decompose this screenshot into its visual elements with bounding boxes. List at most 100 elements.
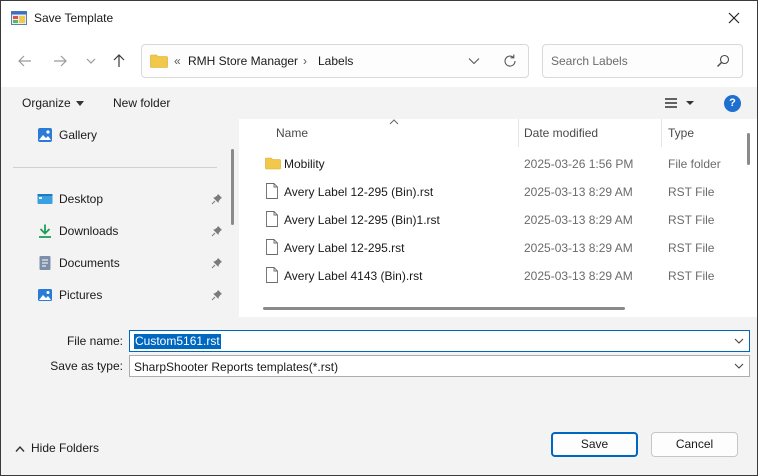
forward-button[interactable] xyxy=(48,49,72,73)
list-view-icon xyxy=(665,98,677,108)
file-date: 2025-03-13 8:29 AM xyxy=(524,269,633,283)
file-name: Avery Label 12-295 (Bin).rst xyxy=(284,185,434,199)
arrow-up-icon xyxy=(113,54,125,67)
address-bar[interactable]: « RMH Store Manager › Labels xyxy=(141,44,529,78)
save-as-type-label: Save as type: xyxy=(50,359,123,373)
pin-icon[interactable] xyxy=(211,257,223,269)
breadcrumb-separator[interactable]: › xyxy=(303,54,307,68)
file-name: Avery Label 12-295 (Bin)1.rst xyxy=(284,213,440,227)
file-row[interactable]: Avery Label 12-295 (Bin)1.rst 2025-03-13… xyxy=(243,205,743,233)
nav-item-label: Desktop xyxy=(59,192,104,206)
organize-label: Organize xyxy=(22,96,71,110)
chevron-down-icon xyxy=(75,101,84,107)
refresh-icon[interactable] xyxy=(502,53,518,69)
nav-item-downloads[interactable]: Downloads xyxy=(37,221,227,241)
hide-folders-button[interactable]: Hide Folders xyxy=(15,441,99,455)
pictures-icon xyxy=(38,289,52,301)
nav-item-label: Documents xyxy=(59,256,120,270)
file-icon xyxy=(266,183,278,199)
browser-body: Gallery Desktop Downloads Documents Pict… xyxy=(1,119,757,317)
nav-item-label: Downloads xyxy=(59,224,119,238)
file-row[interactable]: Avery Label 12-295 (Bin).rst 2025-03-13 … xyxy=(243,177,743,205)
navigation-pane[interactable]: Gallery Desktop Downloads Documents Pict… xyxy=(1,119,239,317)
back-button[interactable] xyxy=(13,49,37,73)
pin-icon[interactable] xyxy=(211,225,223,237)
file-list[interactable]: Name Date modified Type Mobility 2025-03… xyxy=(243,119,757,317)
help-icon[interactable]: ? xyxy=(724,95,741,112)
chevron-up-icon xyxy=(15,445,25,452)
close-button[interactable] xyxy=(711,1,757,35)
up-button[interactable] xyxy=(107,49,131,73)
breadcrumb-labels[interactable]: Labels xyxy=(318,54,353,68)
file-date: 2025-03-13 8:29 AM xyxy=(524,213,633,227)
file-date: 2025-03-13 8:29 AM xyxy=(524,241,633,255)
chevron-down-icon[interactable] xyxy=(467,55,481,67)
chevron-down-icon[interactable] xyxy=(733,335,745,347)
desktop-icon xyxy=(37,194,53,204)
file-name-label: File name: xyxy=(66,334,123,348)
nav-item-gallery[interactable]: Gallery xyxy=(37,125,227,145)
file-type: RST File xyxy=(668,213,715,227)
hide-folders-label: Hide Folders xyxy=(31,441,100,455)
nav-item-label: Pictures xyxy=(59,288,103,302)
file-date: 2025-03-26 1:56 PM xyxy=(524,157,634,171)
title-bar[interactable]: Save Template xyxy=(1,1,757,35)
save-form: File name: Custom5161.rst Save as type: … xyxy=(1,317,757,417)
downloads-icon xyxy=(39,224,51,238)
search-icon[interactable] xyxy=(716,54,730,68)
file-name-value: Custom5161.rst xyxy=(134,334,221,349)
nav-divider xyxy=(13,167,217,168)
folder-icon xyxy=(265,157,281,170)
nav-item-label: Gallery xyxy=(59,128,98,142)
column-header-name-label: Name xyxy=(276,126,309,140)
file-icon xyxy=(266,211,278,227)
column-header-type[interactable]: Type xyxy=(662,119,752,147)
window-title: Save Template xyxy=(34,11,114,25)
file-name-input[interactable]: Custom5161.rst xyxy=(129,330,750,352)
cancel-button[interactable]: Cancel xyxy=(651,432,738,457)
command-bar: Organize New folder ? xyxy=(1,87,757,119)
gallery-icon xyxy=(38,128,52,142)
nav-pane-scrollbar[interactable] xyxy=(231,149,234,225)
pin-icon[interactable] xyxy=(211,289,223,301)
save-template-dialog: Save Template « RMH Store Manager › Labe… xyxy=(0,0,758,476)
app-window-icon xyxy=(11,11,27,25)
column-header-type-label: Type xyxy=(668,126,695,140)
file-row-mobility[interactable]: Mobility 2025-03-26 1:56 PM File folder xyxy=(243,149,743,177)
pin-icon[interactable] xyxy=(211,193,223,205)
chevron-down-icon xyxy=(686,101,694,105)
new-folder-button[interactable]: New folder xyxy=(113,96,170,110)
recent-locations-button[interactable] xyxy=(79,49,103,73)
nav-item-documents[interactable]: Documents xyxy=(37,253,227,273)
dialog-footer: Hide Folders Save Cancel xyxy=(1,417,757,475)
nav-item-desktop[interactable]: Desktop xyxy=(37,189,227,209)
overflow-crumbs[interactable]: « xyxy=(174,54,181,68)
search-input[interactable] xyxy=(551,53,711,69)
search-box[interactable] xyxy=(542,44,743,78)
view-options-button[interactable] xyxy=(661,95,701,111)
chevron-down-icon[interactable] xyxy=(733,360,745,372)
file-row[interactable]: Avery Label 4143 (Bin).rst 2025-03-13 8:… xyxy=(243,261,743,289)
file-row[interactable]: Avery Label 12-295.rst 2025-03-13 8:29 A… xyxy=(243,233,743,261)
organize-button[interactable]: Organize xyxy=(22,96,84,110)
file-icon xyxy=(266,239,278,255)
file-type: RST File xyxy=(668,269,715,283)
file-name: Avery Label 4143 (Bin).rst xyxy=(284,269,423,283)
file-date: 2025-03-13 8:29 AM xyxy=(524,185,633,199)
breadcrumb-rmh-store-manager[interactable]: RMH Store Manager xyxy=(188,54,298,68)
save-button[interactable]: Save xyxy=(551,432,638,457)
folder-icon xyxy=(150,54,168,68)
file-list-horizontal-scrollbar[interactable] xyxy=(263,307,625,310)
nav-item-pictures[interactable]: Pictures xyxy=(37,285,227,305)
save-as-type-value: SharpShooter Reports templates(*.rst) xyxy=(134,360,339,374)
chevron-down-icon xyxy=(86,58,96,64)
documents-icon xyxy=(39,256,51,270)
column-header-date-modified[interactable]: Date modified xyxy=(519,119,661,147)
file-list-vertical-scrollbar[interactable] xyxy=(747,133,750,165)
arrow-right-icon xyxy=(54,55,67,67)
file-type: File folder xyxy=(668,157,721,171)
file-name: Avery Label 12-295.rst xyxy=(284,241,405,255)
save-as-type-select[interactable]: SharpShooter Reports templates(*.rst) xyxy=(129,355,750,377)
column-header-name[interactable]: Name xyxy=(243,119,518,147)
column-header-date-label: Date modified xyxy=(524,126,599,140)
